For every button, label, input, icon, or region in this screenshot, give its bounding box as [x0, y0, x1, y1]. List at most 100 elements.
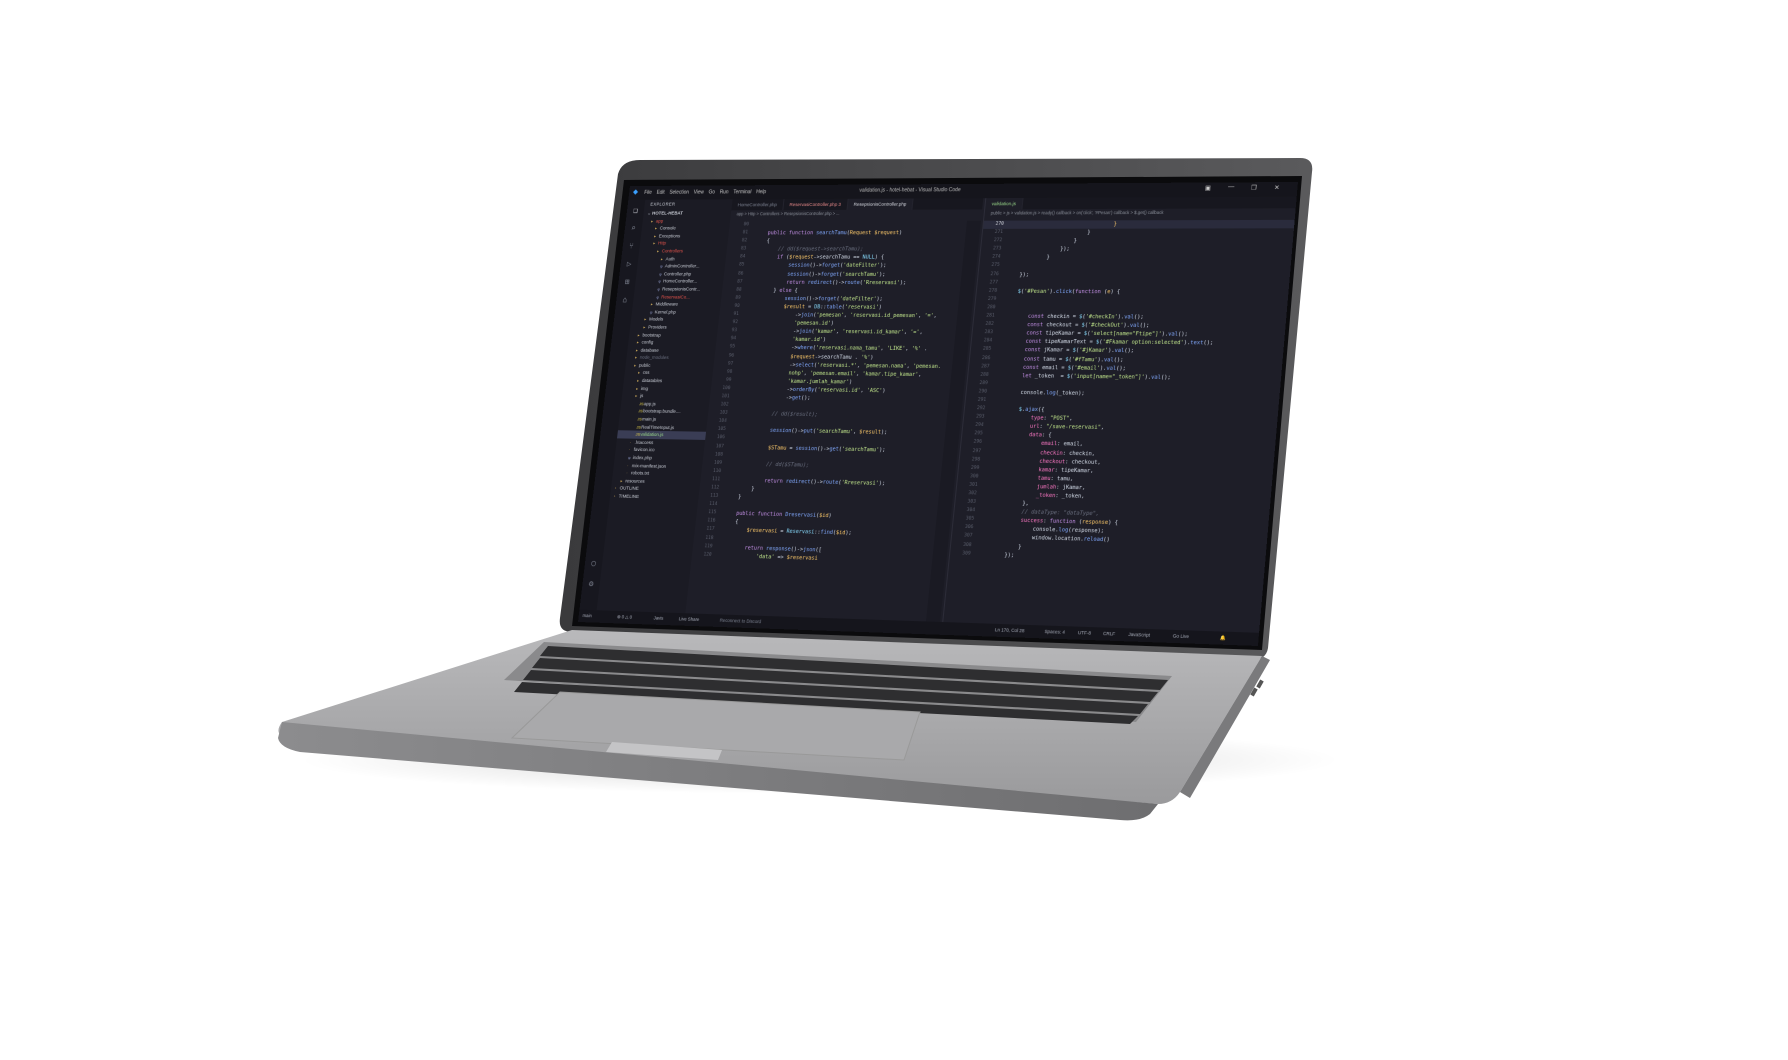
line-number: 296 [973, 439, 983, 446]
code-text: } else { [748, 287, 798, 294]
run-debug-icon[interactable]: ▷ [624, 259, 635, 269]
line-number: 284 [983, 338, 993, 344]
tab-validation-js[interactable]: validation.js [985, 197, 1024, 210]
tree-item-label: img [640, 385, 649, 391]
panel-timeline[interactable]: › TIMELINE [610, 492, 699, 502]
menu-file[interactable]: File [644, 190, 652, 196]
tree-item-label: Controllers [661, 248, 684, 254]
line-number: 87 [736, 279, 743, 285]
close-icon[interactable]: ✕ [1274, 184, 1280, 191]
breadcrumb[interactable]: public > js > validation.js > ready() ca… [984, 208, 1296, 217]
line-number: 99 [725, 377, 732, 383]
extensions-icon[interactable]: ⊞ [622, 277, 633, 287]
code-text: session()->forget('dateFilter'); [787, 263, 887, 270]
code-text: if ($request->searchTamu == NULL) { [776, 254, 885, 262]
tab-reservasicontroller[interactable]: ReservasiController.php 3 [783, 198, 849, 211]
editor-group-right: validation.js public > js > validation.j… [942, 196, 1298, 633]
line-number: 101 [721, 394, 730, 400]
encoding[interactable]: UTF-8 [1077, 627, 1092, 640]
tab-bar-left: HomeController.php ReservasiController.p… [731, 198, 984, 211]
display: ◆ File Edit Selection View Go Run Termin… [577, 181, 1298, 646]
tab-resepsioniscontroller[interactable]: ResepsionisController.php [847, 198, 914, 210]
line-number: 88 [735, 287, 742, 293]
line-number: 85 [738, 262, 745, 269]
layout-icon[interactable]: ▣ [1205, 185, 1212, 192]
menu-selection[interactable]: Selection [669, 190, 689, 196]
line-number: 283 [984, 330, 994, 336]
tree-item-label: Auth [665, 255, 676, 261]
line-number: 96 [728, 352, 735, 359]
tree-item[interactable]: ▸ Exceptions [641, 232, 729, 240]
code-line[interactable]: 273 }); [981, 245, 1294, 254]
code-text: }); [1006, 271, 1030, 278]
discord-status[interactable]: Reconnect to Discord [719, 614, 762, 628]
menu-edit[interactable]: Edit [656, 190, 665, 196]
line-number: 291 [977, 397, 987, 403]
account-icon[interactable]: ◯ [588, 558, 599, 569]
menu-help[interactable]: Help [756, 189, 767, 195]
explorer-icon[interactable]: ❏ [630, 206, 641, 216]
search-icon[interactable]: ⌕ [628, 224, 639, 234]
source-control-icon[interactable]: ⑂ [626, 241, 637, 251]
tree-item-label: app.js [643, 401, 656, 407]
code-line[interactable]: 271 } [982, 228, 1295, 237]
code-line[interactable]: 84 if ($request->searchTamu == NULL) { [725, 254, 977, 262]
line-number: 270 [995, 221, 1005, 227]
menu-go[interactable]: Go [708, 189, 715, 195]
tree-item-label: config [641, 339, 654, 345]
tree-item-label: ReservasiCo... [661, 293, 691, 300]
line-number: 274 [991, 254, 1001, 261]
editor-group-left: HomeController.php ReservasiController.p… [685, 198, 984, 622]
code-text: // dd($request->searchTamu); [777, 246, 864, 253]
code-line[interactable]: 83 // dd($request->searchTamu); [726, 246, 978, 254]
tree-item[interactable]: ▸ Http [640, 240, 728, 248]
tree-item[interactable]: ▸ Console [641, 225, 729, 233]
branch-indicator[interactable]: main [582, 610, 593, 623]
live-share-button[interactable]: Live Share [678, 613, 700, 626]
menu-terminal[interactable]: Terminal [733, 189, 752, 195]
tree-item[interactable]: φ AdminController... [637, 263, 725, 271]
code-text: }); [978, 551, 1015, 559]
line-number: 289 [979, 380, 989, 387]
language-mode[interactable]: JavaScript [1128, 628, 1151, 642]
tree-item-label: bootstrap.bundle.... [642, 408, 682, 415]
tree-item[interactable]: ▸ Auth [638, 255, 726, 263]
tree-item-label: node_modules [639, 354, 669, 361]
code-line[interactable]: 81 public function searchTamu(Request $r… [728, 229, 980, 238]
gear-icon[interactable]: ⚙ [586, 579, 597, 590]
tree-item-label: validation.js [640, 431, 664, 438]
code-line[interactable]: 272 } [981, 237, 1294, 246]
extra-indicator[interactable]: Javis [653, 612, 664, 625]
tree-item-label: Http [657, 240, 667, 246]
cursor-position[interactable]: Ln 170, Col 28 [994, 624, 1025, 638]
minimize-icon[interactable]: — [1228, 184, 1235, 190]
tree-item-label: public [638, 362, 651, 368]
restore-icon[interactable]: ❐ [1251, 184, 1257, 191]
problems-indicator[interactable]: ⊗ 0 △ 0 [616, 611, 633, 624]
notifications-icon[interactable]: 🔔 [1219, 631, 1226, 644]
line-number: 298 [971, 456, 981, 463]
code-line[interactable]: 82 { [727, 237, 979, 245]
tab-homecontroller[interactable]: HomeController.php [731, 199, 785, 211]
code-editor-right[interactable]: 270 } 271 } 272 } 273 }); 274 } 275 276 }); 277… [943, 219, 1296, 633]
line-number: 105 [717, 427, 726, 433]
line-number: 276 [990, 271, 1000, 277]
line-number: 106 [716, 435, 726, 441]
tree-item-label: Console [659, 225, 677, 231]
code-text: }); [1008, 246, 1070, 253]
menu-view[interactable]: View [693, 190, 704, 196]
line-number: 91 [733, 311, 740, 318]
go-live-button[interactable]: Go Live [1172, 630, 1190, 644]
line-number: 82 [741, 238, 748, 244]
remote-icon[interactable]: ⌂ [620, 295, 631, 305]
breadcrumb[interactable]: app > Http > Controllers > ResepsionisCo… [730, 209, 982, 218]
menu-run[interactable]: Run [719, 189, 728, 195]
tree-item-label: js [639, 393, 644, 399]
line-number: 89 [734, 295, 741, 301]
tree-item[interactable]: ▸ Controllers [639, 247, 727, 255]
line-number: 94 [730, 336, 737, 342]
line-ending[interactable]: CRLF [1102, 628, 1116, 641]
line-number: 281 [985, 313, 995, 319]
code-line[interactable]: 274 } [980, 254, 1293, 263]
indentation[interactable]: Spaces: 4 [1044, 626, 1066, 640]
